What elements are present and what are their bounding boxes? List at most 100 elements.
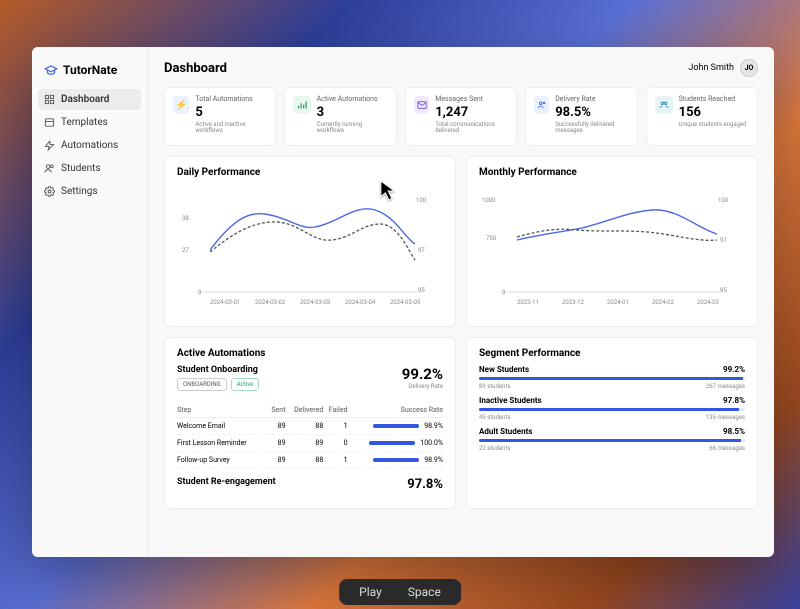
zap-icon: ⚡ <box>173 96 189 114</box>
kpi-sub: Total communications delivered <box>435 122 508 135</box>
automations-card: Active Automations Student Onboarding ON… <box>164 337 456 509</box>
kpi-sub: Currently running workflows <box>317 122 388 135</box>
delivered-cell: 88 <box>286 417 324 434</box>
svg-text:97: 97 <box>720 237 727 244</box>
topbar: Dashboard John Smith JO <box>164 59 758 77</box>
tag: Active <box>231 378 260 391</box>
svg-text:1000: 1000 <box>482 197 496 204</box>
svg-text:750: 750 <box>486 235 497 242</box>
sidebar-item-label: Students <box>61 163 101 174</box>
svg-text:2024-03-02: 2024-03-02 <box>255 299 286 306</box>
page-title: Dashboard <box>164 61 227 76</box>
automation-rate: 97.8% <box>407 477 443 492</box>
bottom-row: Active Automations Student Onboarding ON… <box>164 337 758 509</box>
table-row: Follow-up Survey8988198.9% <box>177 451 443 468</box>
failed-cell: 1 <box>323 417 347 434</box>
failed-cell: 1 <box>323 451 347 468</box>
segment-rate: 97.8% <box>723 396 745 405</box>
delivered-cell: 89 <box>286 434 324 451</box>
automations-icon <box>44 140 55 151</box>
monthly-chart-title: Monthly Performance <box>479 167 745 178</box>
segment-bar <box>479 377 745 380</box>
kpi-label: Total Automations <box>195 96 267 104</box>
segment-students: 22 students <box>479 445 511 452</box>
dashboard-icon <box>44 94 55 105</box>
svg-text:2024-03-03: 2024-03-03 <box>300 299 330 306</box>
svg-text:95: 95 <box>720 287 727 294</box>
monthly-chart: 1000 750 100 97 95 0 2023-11 2023-12 202… <box>479 182 745 312</box>
sidebar-item-label: Dashboard <box>61 94 109 105</box>
user-block[interactable]: John Smith JO <box>688 59 758 77</box>
svg-text:2023-11: 2023-11 <box>517 299 539 306</box>
segment-rate: 99.2% <box>723 365 745 374</box>
charts-row: Daily Performance 38 27 100 97 95 0 2024… <box>164 156 758 327</box>
segments-title: Segment Performance <box>479 348 745 359</box>
students-icon <box>44 163 55 174</box>
user-name: John Smith <box>688 63 734 73</box>
people-icon <box>655 96 673 114</box>
delivered-cell: 88 <box>286 451 324 468</box>
templates-icon <box>44 117 55 128</box>
kpi-label: Messages Sent <box>435 96 508 104</box>
sidebar-item-label: Automations <box>61 140 118 151</box>
col-success: Success Rate <box>348 403 443 418</box>
col-failed: Failed <box>323 403 347 418</box>
segment-bar <box>479 408 745 411</box>
segment-row: Inactive Students97.8%45 students135 mes… <box>479 396 745 421</box>
sidebar-item-dashboard[interactable]: Dashboard <box>38 89 141 110</box>
kpi-value: 1,247 <box>435 105 508 120</box>
failed-cell: 0 <box>323 434 347 451</box>
svg-text:27: 27 <box>182 247 189 254</box>
segment-messages: 66 messages <box>709 445 745 452</box>
automation-table: Step Sent Delivered Failed Success Rate … <box>177 403 443 469</box>
sent-cell: 89 <box>267 434 285 451</box>
kpi-card: ⚡ Total Automations 5 Active and inactiv… <box>164 87 276 146</box>
brand: TutorNate <box>38 59 141 89</box>
segment-name: Inactive Students <box>479 396 542 405</box>
sidebar-item-settings[interactable]: Settings <box>38 181 141 202</box>
automation-rate-label: Delivery Rate <box>402 383 443 390</box>
kpi-value: 98.5% <box>555 105 628 120</box>
automations-title: Active Automations <box>177 348 443 359</box>
automation-rate: 99.2% <box>402 365 443 383</box>
segment-messages: 267 messages <box>706 383 745 390</box>
avatar[interactable]: JO <box>740 59 758 77</box>
sent-cell: 89 <box>267 451 285 468</box>
segment-rate: 98.5% <box>723 427 745 436</box>
sidebar-item-automations[interactable]: Automations <box>38 135 141 156</box>
sidebar-item-label: Settings <box>61 186 98 197</box>
play-label[interactable]: Play <box>359 585 382 599</box>
bars-icon <box>293 96 310 114</box>
kpi-label: Delivery Rate <box>555 96 628 104</box>
success-cell: 98.9% <box>348 451 443 468</box>
kpi-value: 156 <box>679 105 747 120</box>
space-label[interactable]: Space <box>408 585 441 599</box>
footer-controls: Play Space <box>339 579 461 605</box>
kpi-sub: Active and inactive workflows <box>195 122 267 135</box>
kpi-label: Students Reached <box>679 96 747 104</box>
segment-students: 45 students <box>479 414 511 421</box>
svg-text:2024-01: 2024-01 <box>607 299 629 306</box>
automation-name: Student Onboarding <box>177 365 259 375</box>
col-sent: Sent <box>267 403 285 418</box>
svg-text:100: 100 <box>416 197 427 204</box>
daily-chart: 38 27 100 97 95 0 2024-03-01 2024-03-02 … <box>177 182 443 312</box>
kpi-sub: Unique students engaged <box>679 122 747 129</box>
svg-text:2024-03-05: 2024-03-05 <box>390 299 421 306</box>
segment-name: Adult Students <box>479 427 532 436</box>
daily-chart-title: Daily Performance <box>177 167 443 178</box>
segment-students: 89 students <box>479 383 511 390</box>
sidebar-item-students[interactable]: Students <box>38 158 141 179</box>
sidebar-item-templates[interactable]: Templates <box>38 112 141 133</box>
tag: ONBOARDING <box>177 378 227 391</box>
main: Dashboard John Smith JO ⚡ Total Automati… <box>148 47 774 557</box>
col-delivered: Delivered <box>286 403 324 418</box>
svg-text:2024-03: 2024-03 <box>697 299 719 306</box>
app-window: TutorNate Dashboard Templates Automation… <box>32 47 774 557</box>
automation-name: Student Re-engagement <box>177 477 276 487</box>
svg-text:2023-12: 2023-12 <box>562 299 585 306</box>
step-cell: First Lesson Reminder <box>177 434 267 451</box>
kpi-value: 3 <box>317 105 388 120</box>
step-cell: Welcome Email <box>177 417 267 434</box>
svg-text:95: 95 <box>418 287 425 294</box>
